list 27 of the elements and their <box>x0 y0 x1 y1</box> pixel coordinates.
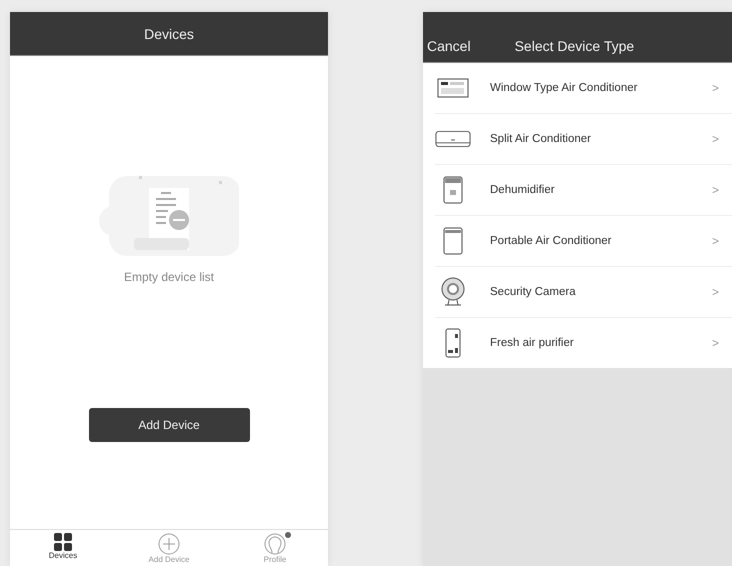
device-type-label[interactable]: Window Type Air Conditioner <box>490 82 712 94</box>
tab[interactable]: Devices <box>23 530 103 566</box>
cancel-button[interactable]: Cancel <box>423 38 471 62</box>
portable-unit-icon <box>443 227 463 255</box>
add-device-button[interactable]: Add Device <box>88 408 250 442</box>
device-type-label[interactable]: Fresh air purifier <box>490 337 712 349</box>
dehumidifier-icon <box>443 176 463 204</box>
device-type-label[interactable]: Split Air Conditioner <box>490 133 712 145</box>
wall-unit-icon <box>435 130 471 148</box>
device-type-label[interactable]: Dehumidifier <box>490 184 712 196</box>
camera-icon <box>440 277 466 307</box>
empty-message: Empty device list <box>124 270 214 284</box>
purifier-icon <box>445 328 461 358</box>
chevron: > <box>712 81 720 95</box>
person-icon <box>264 533 286 555</box>
device-type-label[interactable]: Portable Air Conditioner <box>490 235 712 247</box>
window-unit-icon <box>437 78 469 98</box>
plus-circle-icon <box>158 533 180 555</box>
chevron: > <box>712 183 720 197</box>
chevron: > <box>712 285 720 299</box>
chevron: > <box>712 336 720 350</box>
screen-title: Select Device Type <box>514 38 634 56</box>
chevron: > <box>712 234 720 248</box>
screen-title: Devices <box>144 26 194 42</box>
chevron: > <box>712 132 720 146</box>
device-type-label[interactable]: Security Camera <box>490 286 712 298</box>
grid-icon <box>54 533 72 551</box>
